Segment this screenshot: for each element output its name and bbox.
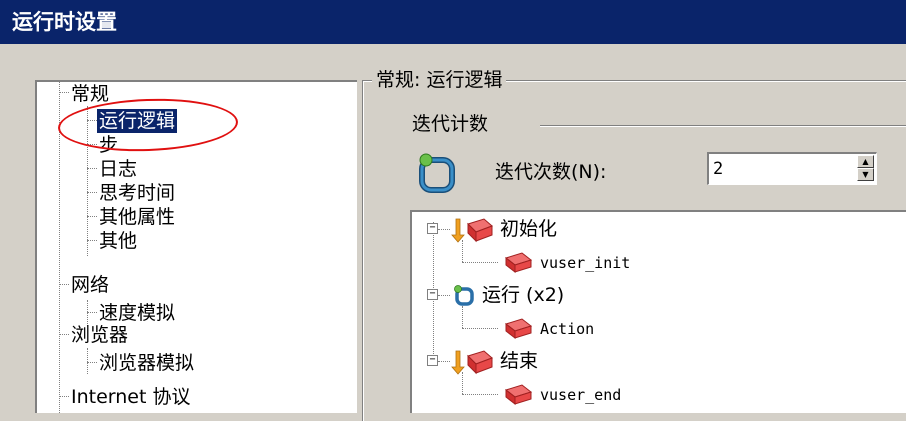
tree-connector (462, 262, 498, 263)
iteration-count-label: 迭代次数(N): (495, 161, 607, 183)
tree-connector (462, 394, 498, 395)
tree-connector (438, 361, 450, 362)
tree-connector (87, 144, 97, 145)
collapse-toggle-init[interactable]: − (427, 223, 438, 234)
section-divider (540, 125, 906, 127)
tree-node-run[interactable]: 运行 (x2) (482, 284, 564, 306)
tree-node-init[interactable]: 初始化 (500, 218, 557, 240)
tree-item-browser-emulation[interactable]: 浏览器模拟 (97, 351, 196, 375)
tree-item-speed-simulation[interactable]: 速度模拟 (97, 301, 177, 325)
tree-item-misc[interactable]: 其他 (97, 229, 139, 253)
tree-guide-line (87, 348, 88, 374)
tree-item-browser[interactable]: 浏览器 (69, 323, 130, 347)
iteration-count-spinner[interactable]: ▲ ▼ (707, 152, 877, 185)
tree-node-vuser-init[interactable]: vuser_init (540, 252, 630, 274)
tree-connector (59, 334, 69, 335)
tree-connector (87, 120, 97, 121)
tree-item-internet-protocol[interactable]: Internet 协议 (69, 385, 192, 409)
tree-item-pacing[interactable]: 步 (97, 133, 120, 157)
action-block-icon (450, 349, 494, 380)
run-logic-tree[interactable]: − 初始化 vuser_init − 运行 (x2) Action − 结束 v… (410, 210, 906, 413)
group-title: 常规: 运行逻辑 (372, 68, 507, 92)
action-block-icon (450, 217, 494, 248)
tree-connector (87, 192, 97, 193)
tree-item-misc-attributes[interactable]: 其他属性 (97, 205, 177, 229)
window-title: 运行时设置 (12, 10, 117, 34)
category-tree[interactable]: 常规 运行逻辑 步 日志 思考时间 其他属性 其他 网络 速度模拟 浏览器 浏览… (35, 80, 357, 413)
spin-up-button[interactable]: ▲ (857, 155, 874, 168)
script-block-icon (504, 383, 534, 410)
iteration-loop-icon (418, 151, 458, 193)
tree-item-network[interactable]: 网络 (69, 273, 111, 297)
iteration-count-input[interactable] (713, 157, 843, 181)
collapse-toggle-end[interactable]: − (427, 355, 438, 366)
script-block-icon (504, 317, 534, 344)
tree-connector (87, 362, 97, 363)
tree-connector (59, 92, 69, 93)
tree-connector (438, 229, 450, 230)
tree-node-vuser-end[interactable]: vuser_end (540, 384, 621, 406)
tree-guide-line (87, 106, 88, 256)
collapse-toggle-run[interactable]: − (427, 289, 438, 300)
window-title-bar: 运行时设置 (0, 0, 906, 44)
tree-connector (87, 240, 97, 241)
tree-item-think-time[interactable]: 思考时间 (97, 181, 177, 205)
tree-connector (59, 284, 69, 285)
tree-guide-line (59, 82, 60, 413)
tree-item-log[interactable]: 日志 (97, 157, 139, 181)
script-block-icon (504, 251, 534, 278)
spin-down-button[interactable]: ▼ (857, 168, 874, 181)
tree-node-action[interactable]: Action (540, 318, 594, 340)
tree-node-end[interactable]: 结束 (500, 350, 538, 372)
tree-item-run-logic[interactable]: 运行逻辑 (97, 109, 178, 133)
tree-connector (87, 216, 97, 217)
iteration-section-title: 迭代计数 (412, 112, 495, 136)
tree-connector (59, 396, 69, 397)
tree-connector (462, 328, 498, 329)
tree-connector (87, 168, 97, 169)
tree-item-general[interactable]: 常规 (69, 82, 111, 106)
run-loop-icon (452, 284, 478, 311)
tree-connector (438, 295, 450, 296)
tree-connector (87, 312, 97, 313)
